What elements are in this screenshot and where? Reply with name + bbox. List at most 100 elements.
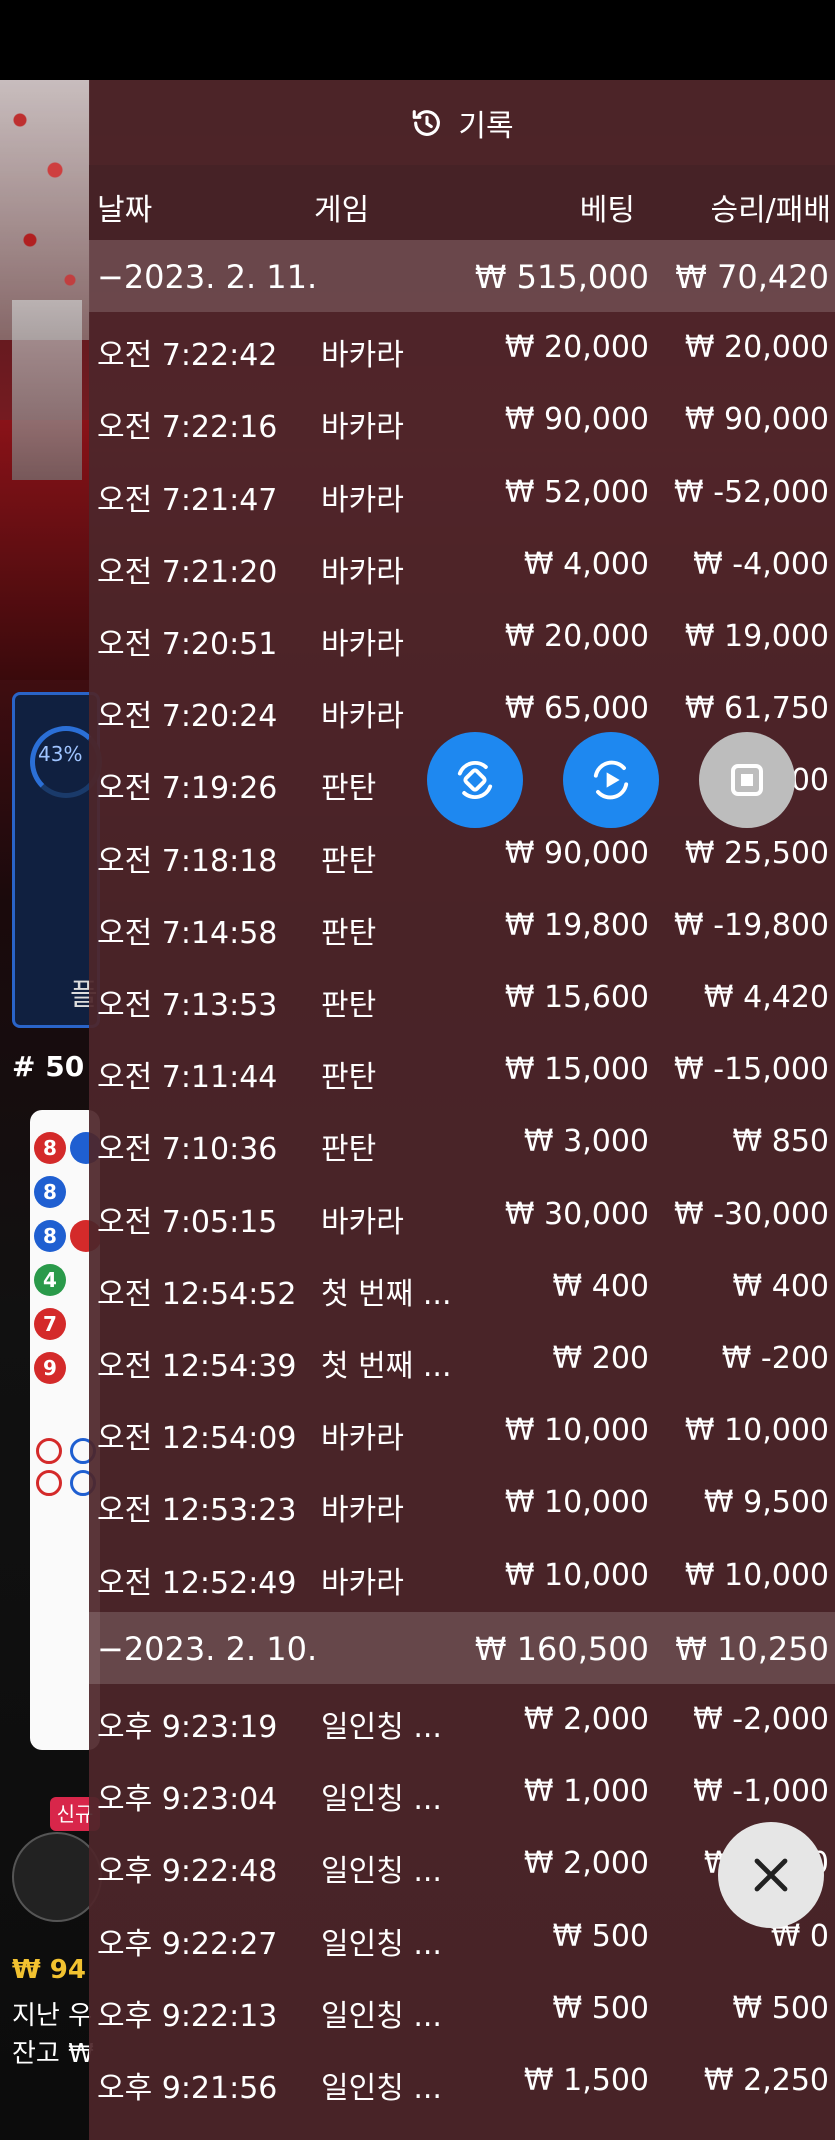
- history-row[interactable]: 오후 9:21:56 일인칭 ... ₩ 1,500 ₩ 2,250: [89, 2045, 835, 2117]
- row-win: ₩ 850: [732, 1124, 829, 1160]
- row-win: ₩ 10,000: [684, 1557, 829, 1593]
- history-panel: 기록 날짜 게임 베팅 승리/패배 −2023. 2. 11. ₩ 515,000…: [89, 80, 835, 2140]
- row-time: 오전 7:13:53: [97, 988, 278, 1023]
- group-total-bet: ₩ 160,500: [474, 1629, 649, 1668]
- bead: 4: [34, 1264, 66, 1296]
- row-bet: ₩ 10,000: [504, 1485, 649, 1521]
- row-bet: ₩ 90,000: [504, 835, 649, 871]
- row-bet: ₩ 15,000: [504, 1052, 649, 1088]
- bead: 9: [34, 1352, 66, 1384]
- rotate-screen-button[interactable]: [427, 732, 523, 828]
- table-header: 날짜 게임 베팅 승리/패배: [89, 165, 835, 240]
- balance-amount: ₩ 94: [12, 1955, 86, 1985]
- row-bet: ₩ 1,500: [523, 2063, 649, 2098]
- row-bet: ₩ 200: [552, 1341, 649, 1376]
- row-time: 오전 7:20:51: [97, 627, 278, 662]
- card-shoe: [12, 300, 82, 480]
- history-row[interactable]: 오후 9:23:04 일인칭 ... ₩ 1,000 ₩ -1,000: [89, 1756, 835, 1828]
- row-bet: ₩ 20,000: [504, 330, 649, 366]
- history-row[interactable]: 오전 7:11:44 판탄 ₩ 15,000 ₩ -15,000: [89, 1034, 835, 1106]
- history-clock-icon: [413, 109, 441, 136]
- row-bet: ₩ 3,000: [523, 1124, 649, 1160]
- row-game: 일인칭 ...: [321, 2071, 442, 2106]
- row-time: 오후 9:22:48: [97, 1854, 278, 1890]
- row-time: 오전 7:22:42: [97, 338, 278, 374]
- history-row[interactable]: 오전 7:20:51 바카라 ₩ 20,000 ₩ 19,000: [89, 601, 835, 673]
- row-game: 판탄: [321, 771, 377, 807]
- row-bet: ₩ 10,000: [504, 1557, 649, 1593]
- status-bar: [0, 0, 835, 80]
- row-win: ₩ 25,500: [684, 835, 829, 871]
- replay-button[interactable]: [563, 732, 659, 828]
- row-time: 오전 12:52:49: [97, 1565, 297, 1601]
- row-win: ₩ 2,250: [703, 2063, 829, 2098]
- row-bet: ₩ 10,000: [504, 1413, 649, 1449]
- group-date: −2023. 2. 10.: [97, 1629, 318, 1668]
- row-time: 오후 9:22:27: [97, 1926, 278, 1962]
- row-time: 오전 12:54:52: [97, 1276, 297, 1312]
- row-bet: ₩ 90,000: [504, 402, 649, 438]
- percent-label: 43%: [38, 742, 83, 766]
- row-game: 바카라: [321, 410, 404, 446]
- row-time: 오전 7:21:20: [97, 554, 278, 590]
- row-bet: ₩ 500: [552, 1918, 649, 1954]
- row-time: 오후 9:22:13: [97, 1998, 278, 2034]
- history-row[interactable]: 오전 12:53:23 바카라 ₩ 10,000 ₩ 9,500: [89, 1467, 835, 1539]
- row-win: ₩ -1,000: [693, 1774, 829, 1810]
- column-header-date: 날짜: [97, 193, 153, 228]
- last-label: 지난 우: [12, 2001, 93, 2031]
- row-win: ₩ 61,750: [684, 691, 829, 727]
- group-total-win: ₩ 70,420: [675, 258, 829, 296]
- history-row[interactable]: 오전 7:13:53 판탄 ₩ 15,600 ₩ 4,420: [89, 962, 835, 1034]
- row-win: 00: [790, 763, 829, 799]
- history-row[interactable]: 오전 7:22:16 바카라 ₩ 90,000 ₩ 90,000: [89, 384, 835, 456]
- date-group-row: −2023. 2. 10. ₩ 160,500 ₩ 10,250: [89, 1611, 835, 1684]
- bead: 8: [34, 1132, 66, 1164]
- history-row[interactable]: 오전 7:21:47 바카라 ₩ 52,000 ₩ -52,000: [89, 457, 835, 529]
- row-time: 오전 7:11:44: [97, 1060, 278, 1096]
- history-row[interactable]: 오후 9:22:13 일인칭 ... ₩ 500 ₩ 500: [89, 1973, 835, 2045]
- panel-header: 기록: [89, 80, 835, 165]
- row-time: 오후 9:23:04: [97, 1782, 278, 1818]
- row-game: 일인칭 ...: [321, 1782, 442, 1818]
- row-game: 일인칭 ...: [321, 1926, 442, 1962]
- history-row[interactable]: 오전 7:10:36 판탄 ₩ 3,000 ₩ 850: [89, 1106, 835, 1178]
- row-bet: ₩ 400: [552, 1268, 649, 1304]
- group-total-bet: ₩ 515,000: [474, 258, 649, 296]
- row-time: 오후 9:23:19: [97, 1710, 278, 1745]
- history-row[interactable]: 오전 12:54:39 첫 번째 ... ₩ 200 ₩ -200: [89, 1323, 835, 1395]
- history-row[interactable]: 오전 12:52:49 바카라 ₩ 10,000 ₩ 10,000: [89, 1540, 835, 1612]
- history-row[interactable]: 오전 12:54:52 첫 번째 ... ₩ 400 ₩ 400: [89, 1251, 835, 1323]
- row-game: 바카라: [321, 1565, 404, 1601]
- row-game: 바카라: [321, 482, 404, 518]
- row-win: ₩ 4,420: [703, 980, 829, 1015]
- row-time: 오전 12:54:09: [97, 1421, 297, 1457]
- history-row[interactable]: 오전 7:21:20 바카라 ₩ 4,000 ₩ -4,000: [89, 529, 835, 601]
- row-game: 판탄: [321, 843, 377, 879]
- history-row[interactable]: 오전 12:54:09 바카라 ₩ 10,000 ₩ 10,000: [89, 1395, 835, 1467]
- column-header-bet: 베팅: [579, 193, 635, 228]
- row-win: ₩ 10,000: [684, 1413, 829, 1449]
- row-time: 오전 7:21:47: [97, 482, 278, 518]
- row-time: 오전 12:53:23: [97, 1493, 297, 1529]
- row-game: 바카라: [321, 1493, 404, 1529]
- history-row[interactable]: 오전 7:05:15 바카라 ₩ 30,000 ₩ -30,000: [89, 1179, 835, 1251]
- row-bet: ₩ 52,000: [504, 474, 649, 510]
- history-row[interactable]: 오전 7:14:58 판탄 ₩ 19,800 ₩ -19,800: [89, 890, 835, 962]
- history-row[interactable]: 오전 7:22:42 바카라 ₩ 20,000 ₩ 20,000: [89, 312, 835, 384]
- stop-recording-button[interactable]: [699, 732, 795, 828]
- close-button[interactable]: [718, 1822, 824, 1928]
- row-time: 오전 7:14:58: [97, 915, 278, 951]
- group-total-win: ₩ 10,250: [675, 1629, 829, 1668]
- row-win: ₩ -52,000: [674, 474, 829, 510]
- close-icon: [754, 1858, 788, 1892]
- row-win: ₩ -200: [721, 1341, 829, 1376]
- row-bet: ₩ 19,800: [504, 907, 649, 943]
- history-row[interactable]: 오후 9:23:19 일인칭 ... ₩ 2,000 ₩ -2,000: [89, 1684, 835, 1756]
- road-ring: [36, 1438, 62, 1464]
- bead: 8: [34, 1220, 66, 1252]
- row-game: 일인칭 ...: [321, 1710, 442, 1745]
- row-game: 판탄: [321, 1060, 377, 1096]
- history-row[interactable]: 오전 7:18:18 판탄 ₩ 90,000 ₩ 25,500: [89, 818, 835, 890]
- history-row[interactable]: 오후 9:22:27 일인칭 ... ₩ 500 ₩ 0: [89, 1901, 835, 1973]
